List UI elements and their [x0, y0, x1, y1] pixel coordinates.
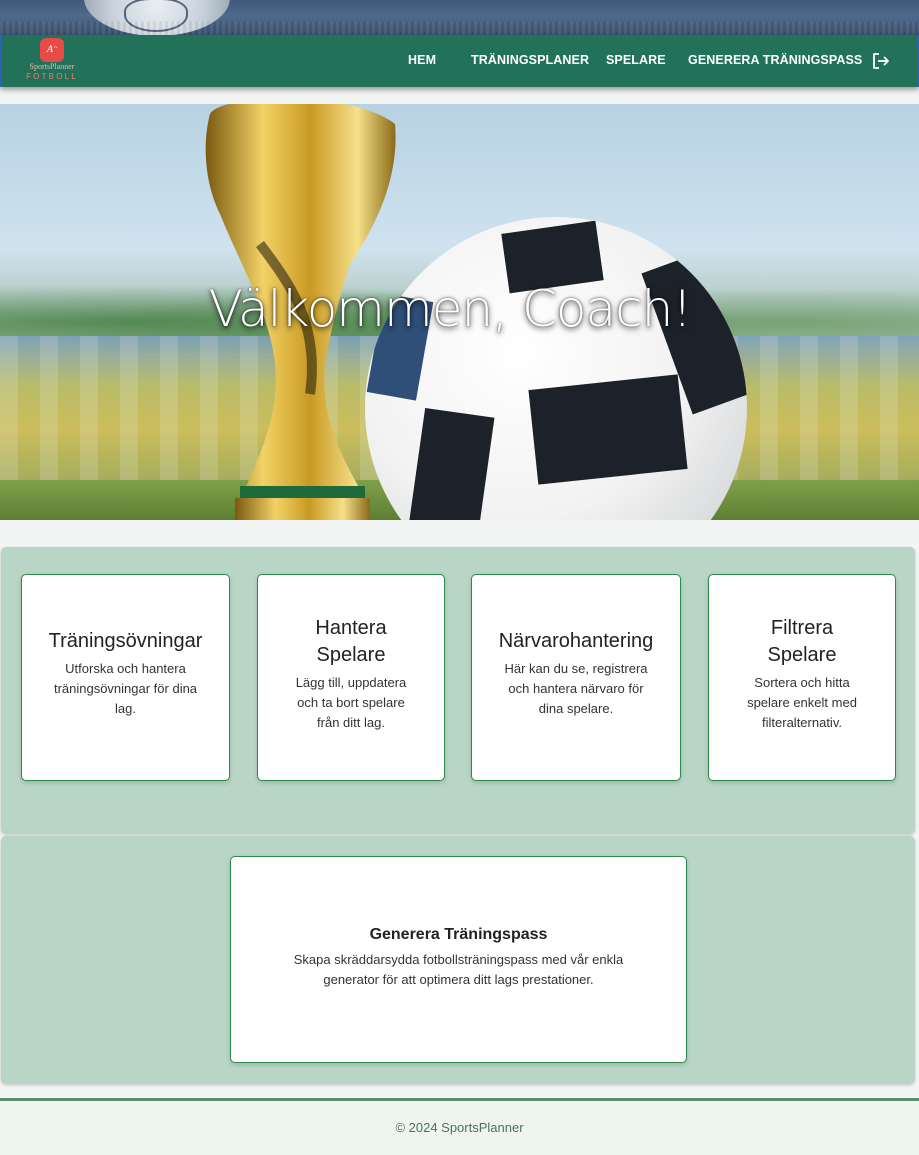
top-banner-strip — [0, 0, 919, 35]
nav-link-training-plans[interactable]: TRÄNINGSPLANER — [471, 35, 589, 87]
logout-icon[interactable] — [871, 51, 891, 71]
card-title: Generera Träningspass — [369, 926, 548, 943]
card-description: Sortera och hitta spelare enkelt med fil… — [747, 674, 857, 730]
card-title: Hantera Spelare — [315, 616, 387, 666]
feature-card-filter-players[interactable]: Filtrera Spelare Sortera och hitta spela… — [708, 574, 896, 781]
feature-card-manage-players[interactable]: Hantera Spelare Lägg till, uppdatera och… — [257, 574, 445, 781]
card-description: Utforska och hantera träningsövningar fö… — [53, 661, 198, 716]
footer-copyright: © 2024 SportsPlanner — [395, 1120, 524, 1135]
feature-card-attendance[interactable]: Närvarohantering Här kan du se, registre… — [471, 574, 681, 781]
card-title: Filtrera Spelare — [767, 616, 837, 666]
logo-subtitle: FOTBOLL — [26, 72, 78, 81]
features-section: Träningsövningar Utforska och hantera tr… — [1, 547, 915, 834]
ball-patch — [401, 407, 495, 520]
nav-link-players[interactable]: SPELARE — [606, 35, 666, 87]
logo[interactable]: Aᵔ SportsPlanner FOTBOLL — [20, 38, 84, 84]
feature-card-training-exercises[interactable]: Träningsövningar Utforska och hantera tr… — [21, 574, 230, 781]
banner-turf — [0, 21, 919, 35]
footer: © 2024 SportsPlanner — [0, 1098, 919, 1155]
card-description: Här kan du se, registrera och hantera nä… — [504, 661, 648, 716]
hero-title: Välkommen, Coach! — [208, 280, 693, 338]
navbar: Aᵔ SportsPlanner FOTBOLL HEM TRÄNINGSPLA… — [0, 35, 919, 87]
card-description: Lägg till, uppdatera och ta bort spelare… — [295, 674, 407, 730]
feature-card-generate-session[interactable]: Generera Träningspass Skapa skräddarsydd… — [230, 856, 687, 1063]
nav-link-home[interactable]: HEM — [408, 35, 436, 87]
generator-section: Generera Träningspass Skapa skräddarsydd… — [1, 836, 915, 1084]
nav-link-generate-session[interactable]: GENERERA TRÄNINGSPASS — [688, 35, 862, 87]
ball-patch — [528, 374, 688, 485]
card-title: Träningsövningar — [48, 630, 203, 652]
hero-banner: Välkommen, Coach! — [0, 104, 919, 520]
card-description: Skapa skräddarsydda fotbollsträningspass… — [293, 952, 624, 987]
logo-name: SportsPlanner — [29, 62, 75, 71]
card-title: Närvarohantering — [498, 630, 654, 652]
logo-mark-icon: Aᵔ — [40, 38, 64, 62]
soccer-ball-image — [365, 217, 747, 520]
